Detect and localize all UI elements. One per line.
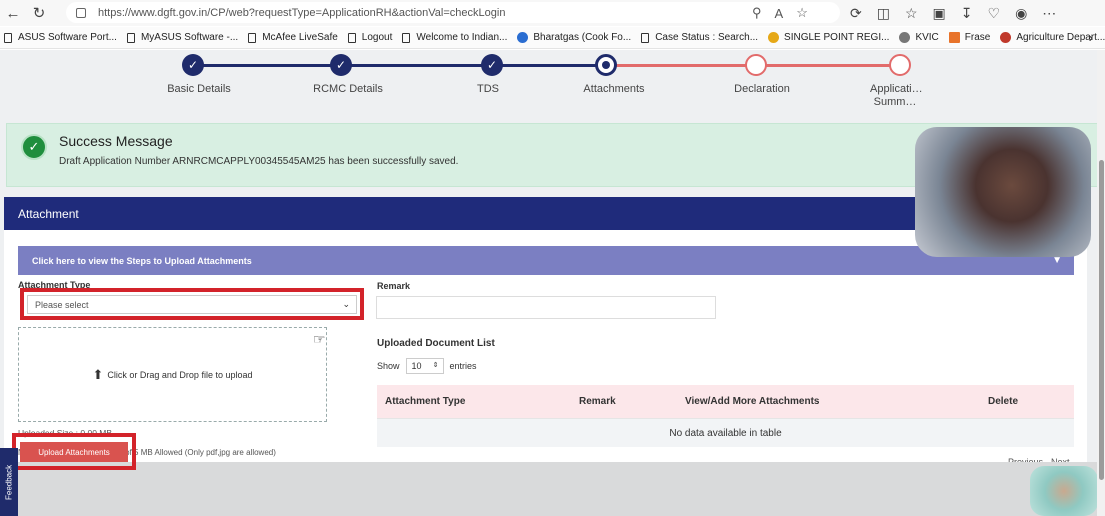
bookmark-item[interactable]: Logout [347, 32, 392, 43]
emblem-icon [899, 32, 911, 43]
favorite-star-icon[interactable]: ☆ [796, 5, 808, 21]
bookmarks-bar: ASUS Software Port... MyASUS Software -.… [0, 27, 1105, 49]
edge-icon[interactable]: ◉ [1015, 5, 1027, 22]
sort-arrows-icon: ⇕ [432, 362, 439, 369]
step-label: TDS [477, 83, 499, 95]
address-bar[interactable]: https://www.dgft.gov.in/CP/web?requestTy… [66, 2, 840, 23]
favorites-icon[interactable]: ☆ [905, 5, 918, 22]
stepper-line-complete [193, 64, 606, 67]
page-icon [641, 32, 650, 43]
address-bar-icons: ⚲ A ☆ [752, 0, 808, 26]
step-label: Attachments [583, 83, 645, 95]
step-basic-details[interactable]: ✓ [182, 54, 204, 76]
success-message: Draft Application Number ARNRCMCAPPLY003… [59, 156, 459, 167]
health-icon[interactable]: ♡ [988, 5, 1001, 22]
column-header[interactable]: View/Add More Attachments [685, 396, 819, 407]
column-header[interactable]: Attachment Type [385, 396, 465, 407]
step-application-summary[interactable] [889, 54, 911, 76]
check-icon: ✓ [486, 58, 498, 72]
browser-toolbar: ← ↻ https://www.dgft.gov.in/CP/web?reque… [0, 0, 1105, 26]
webcam-overlay [915, 127, 1091, 257]
column-header[interactable]: Remark [579, 396, 616, 407]
progress-stepper: ✓ Basic Details ✓ RCMC Details ✓ TDS Att… [0, 50, 1105, 120]
check-icon: ✓ [187, 58, 199, 72]
page-icon [248, 32, 257, 43]
uploaded-documents-table: Attachment Type Remark View/Add More Att… [377, 385, 1074, 447]
emblem-icon [1000, 32, 1012, 43]
collections-icon[interactable]: ▣ [933, 5, 946, 22]
highlight-box: Upload Attachments [12, 433, 136, 470]
upload-steps-link: Click here to view the Steps to Upload A… [32, 255, 252, 266]
uploaded-list-title: Uploaded Document List [377, 338, 495, 349]
entries-length: Show 10 ⇕ entries [377, 358, 477, 374]
globe-icon [517, 32, 529, 43]
step-attachments[interactable] [595, 54, 617, 76]
highlight-box: Please select ⌄ [20, 288, 364, 320]
attachment-type-select[interactable]: Please select ⌄ [27, 295, 357, 314]
bookmark-item[interactable]: ASUS Software Port... [4, 32, 117, 43]
step-label: RCMC Details [313, 83, 383, 95]
more-menu-icon[interactable]: ⋯ [1042, 5, 1056, 22]
remark-input[interactable] [376, 296, 716, 319]
drop-zone-text: Click or Drag and Drop file to upload [107, 369, 253, 380]
bookmark-item[interactable]: Welcome to Indian... [402, 32, 507, 43]
bookmark-item[interactable]: Frase [948, 32, 990, 43]
back-arrow-icon[interactable]: ← [0, 0, 26, 26]
check-icon: ✓ [335, 58, 347, 72]
step-rcmc-details[interactable]: ✓ [330, 54, 352, 76]
flag-icon [948, 32, 960, 43]
webcam-overlay-small [1030, 466, 1098, 516]
page-icon [347, 32, 356, 43]
bookmark-item[interactable]: Bharatgas (Cook Fo... [517, 32, 631, 43]
hand-cursor-icon: ☞ [313, 331, 326, 347]
upload-icon: ⬆ [92, 366, 104, 382]
bookmark-item[interactable]: MyASUS Software -... [126, 32, 238, 43]
browser-extensions: ⟳ ◫ ☆ ▣ ↧ ♡ ◉ ⋯ [850, 0, 1056, 26]
step-label: Applicati… Summ… [870, 83, 923, 108]
footer-band [0, 462, 1105, 516]
column-header[interactable]: Delete [988, 396, 1018, 407]
attachment-title: Attachment [18, 206, 79, 221]
step-declaration[interactable] [745, 54, 767, 76]
upload-steps-accordion[interactable]: Click here to view the Steps to Upload A… [18, 246, 1074, 275]
lock-icon [76, 7, 86, 18]
bookmark-item[interactable]: SINGLE POINT REGI... [768, 32, 889, 43]
chevron-down-icon: ⌄ [342, 299, 350, 309]
success-title: Success Message [59, 133, 173, 149]
page-icon [126, 32, 135, 43]
page-icon [4, 32, 12, 43]
extension-icon[interactable]: ⟳ [850, 5, 862, 22]
check-circle-icon: ✓ [21, 134, 47, 160]
entries-select[interactable]: 10 ⇕ [405, 358, 444, 374]
upload-attachments-button[interactable]: Upload Attachments [20, 442, 128, 462]
read-aloud-icon[interactable]: A [775, 6, 784, 21]
zoom-icon[interactable]: ⚲ [752, 5, 762, 21]
url-text: https://www.dgft.gov.in/CP/web?requestTy… [98, 6, 506, 19]
table-header: Attachment Type Remark View/Add More Att… [377, 385, 1074, 418]
step-label: Declaration [734, 83, 790, 95]
downloads-icon[interactable]: ↧ [961, 5, 973, 22]
refresh-icon[interactable]: ↻ [26, 0, 52, 26]
file-drop-zone[interactable]: ⬆ Click or Drag and Drop file to upload [18, 327, 327, 422]
scrollbar-thumb[interactable] [1099, 160, 1104, 480]
feedback-tab[interactable]: Feedback [0, 448, 18, 516]
bookmark-item[interactable]: Case Status : Search... [641, 32, 758, 43]
bookmark-item[interactable]: McAfee LiveSafe [248, 32, 338, 43]
remark-label: Remark [377, 281, 411, 291]
plant-icon [768, 32, 780, 43]
table-empty-row: No data available in table [377, 418, 1074, 447]
split-screen-icon[interactable]: ◫ [877, 5, 890, 22]
step-tds[interactable]: ✓ [481, 54, 503, 76]
bookmark-item[interactable]: KVIC [899, 32, 939, 43]
chevron-right-icon[interactable]: › [1089, 30, 1093, 45]
step-label: Basic Details [167, 83, 231, 95]
page-icon [402, 32, 411, 43]
page-content: ✓ Basic Details ✓ RCMC Details ✓ TDS Att… [0, 50, 1105, 516]
